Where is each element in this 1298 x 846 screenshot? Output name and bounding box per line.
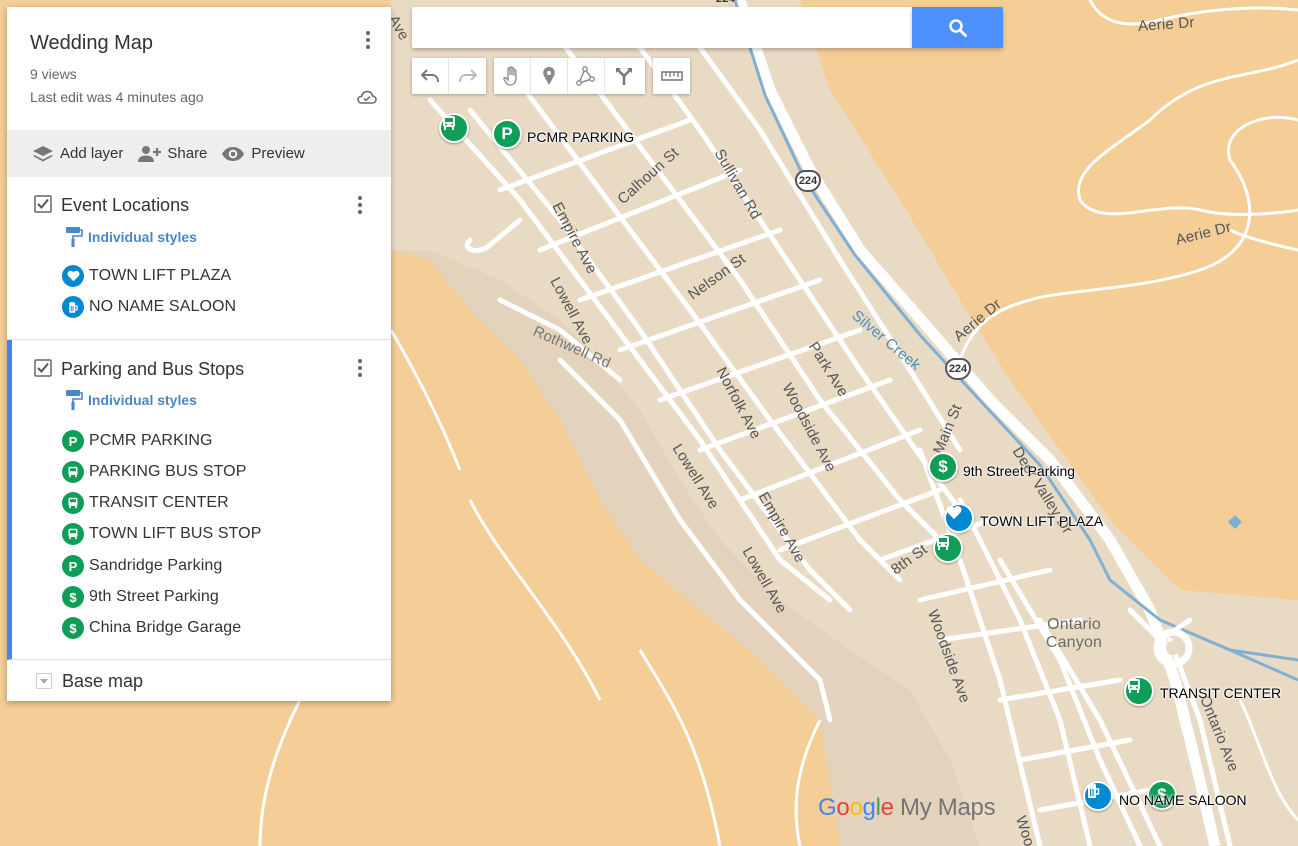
google-my-maps-logo: Google My Maps (818, 794, 996, 821)
layer-parking-and-bus-stops: Parking and Bus Stops Individual styles … (7, 340, 391, 660)
map-pin-label: NO NAME SALOON (1119, 792, 1247, 808)
list-item[interactable]: PARKING BUS STOP (62, 459, 247, 485)
add-person-icon (138, 145, 162, 162)
feature-label: PARKING BUS STOP (89, 463, 247, 480)
panel-header: Wedding Map 9 views Last edit was 4 minu… (7, 7, 391, 130)
add-layer-label: Add layer (60, 145, 124, 162)
dollar-icon: $ (62, 586, 84, 608)
layers-panel: Wedding Map 9 views Last edit was 4 minu… (7, 7, 391, 701)
preview-label: Preview (251, 145, 305, 162)
list-item[interactable]: $ 9th Street Parking (62, 584, 219, 610)
feature-label: Sandridge Parking (89, 557, 223, 574)
beer-icon[interactable] (1083, 781, 1113, 811)
layer-visibility-checkbox[interactable] (34, 359, 52, 377)
map-pin-label: TOWN LIFT PLAZA (980, 513, 1104, 529)
preview-button[interactable]: Preview (221, 145, 305, 162)
ruler-icon (660, 71, 683, 81)
list-item[interactable]: TRANSIT CENTER (62, 490, 229, 516)
paint-roller-icon (66, 227, 83, 247)
layer-title[interactable]: Event Locations (61, 195, 189, 216)
map-pin-label: TRANSIT CENTER (1160, 685, 1282, 701)
paint-roller-icon (66, 390, 83, 410)
undo-button[interactable] (412, 58, 449, 94)
parking-icon: P (62, 555, 84, 577)
redo-button[interactable] (449, 58, 486, 94)
add-marker-button[interactable] (531, 58, 568, 94)
list-item[interactable]: TOWN LIFT BUS STOP (62, 521, 262, 547)
panel-action-bar: Add layer Share Preview (7, 130, 391, 177)
bus-icon[interactable] (1124, 676, 1154, 706)
list-item[interactable]: P Sandridge Parking (62, 553, 222, 579)
dollar-icon: $ (62, 617, 84, 639)
map-pin-label: 9th Street Parking (963, 463, 1076, 479)
layer-styles-link[interactable]: Individual styles (88, 392, 197, 408)
list-item[interactable]: TOWN LIFT PLAZA (62, 263, 231, 289)
base-map-section[interactable]: Base map (7, 660, 391, 701)
parking-icon: P (62, 430, 84, 452)
last-edit-status: Last edit was 4 minutes ago (30, 89, 204, 105)
beer-icon (62, 296, 84, 318)
hand-icon (503, 66, 517, 86)
view-count: 9 views (30, 66, 77, 82)
undo-icon (421, 69, 439, 83)
search-button[interactable] (912, 7, 1003, 48)
feature-label: PCMR PARKING (89, 432, 213, 449)
feature-label: China Bridge Garage (89, 619, 242, 636)
measure-button[interactable] (653, 58, 690, 94)
bus-icon (62, 461, 84, 483)
share-button[interactable]: Share (137, 145, 207, 163)
route-shield: 224 (945, 358, 971, 380)
redo-icon (458, 69, 477, 83)
feature-label: 9th Street Parking (89, 588, 219, 605)
eye-icon (222, 146, 245, 161)
area-label-ontario-canyon: Ontario Canyon (1045, 616, 1103, 651)
search-icon (948, 18, 967, 37)
list-item[interactable]: $ China Bridge Garage (62, 615, 241, 641)
bus-icon[interactable] (439, 113, 469, 143)
cloud-saved-icon (357, 90, 377, 104)
layer-styles-link[interactable]: Individual styles (88, 229, 197, 245)
layer-options-menu[interactable] (350, 355, 370, 381)
bus-icon (62, 492, 84, 514)
share-label: Share (167, 145, 208, 162)
feature-label: NO NAME SALOON (89, 298, 237, 315)
line-draw-icon (576, 66, 595, 86)
list-item[interactable]: NO NAME SALOON (62, 294, 236, 320)
heart-icon (62, 265, 84, 287)
feature-label: TRANSIT CENTER (89, 494, 229, 511)
feature-label: TOWN LIFT BUS STOP (89, 525, 262, 542)
chevron-down-icon[interactable] (36, 673, 52, 689)
search-input[interactable] (412, 7, 912, 48)
feature-label: TOWN LIFT PLAZA (89, 267, 232, 284)
measure-group (653, 58, 690, 94)
undo-redo-group (412, 58, 486, 94)
map-pin-label: PCMR PARKING (527, 129, 635, 145)
draw-line-button[interactable] (568, 58, 605, 94)
pan-hand-button[interactable] (494, 58, 531, 94)
route-label-224: 224 (716, 0, 735, 5)
layer-visibility-checkbox[interactable] (34, 195, 52, 213)
layer-event-locations: Event Locations Individual styles TOWN L… (7, 177, 391, 340)
bus-icon (62, 523, 84, 545)
base-map-label: Base map (62, 671, 144, 691)
marker-icon (543, 67, 555, 85)
dollar-icon[interactable]: $ (928, 452, 958, 482)
heart-icon[interactable] (944, 503, 974, 533)
parking-icon[interactable]: P (492, 119, 522, 149)
layer-options-menu[interactable] (350, 192, 370, 218)
drawing-tools-group (494, 58, 645, 94)
bus-icon[interactable] (933, 533, 963, 563)
route-shield: 224 (795, 170, 821, 192)
layers-icon (33, 145, 53, 161)
directions-icon (615, 68, 632, 85)
add-layer-button[interactable]: Add layer (32, 145, 123, 163)
directions-button[interactable] (605, 58, 642, 94)
map-title[interactable]: Wedding Map (30, 32, 153, 55)
layer-title[interactable]: Parking and Bus Stops (61, 359, 244, 380)
list-item[interactable]: P PCMR PARKING (62, 428, 213, 454)
map-options-menu[interactable] (358, 27, 378, 53)
